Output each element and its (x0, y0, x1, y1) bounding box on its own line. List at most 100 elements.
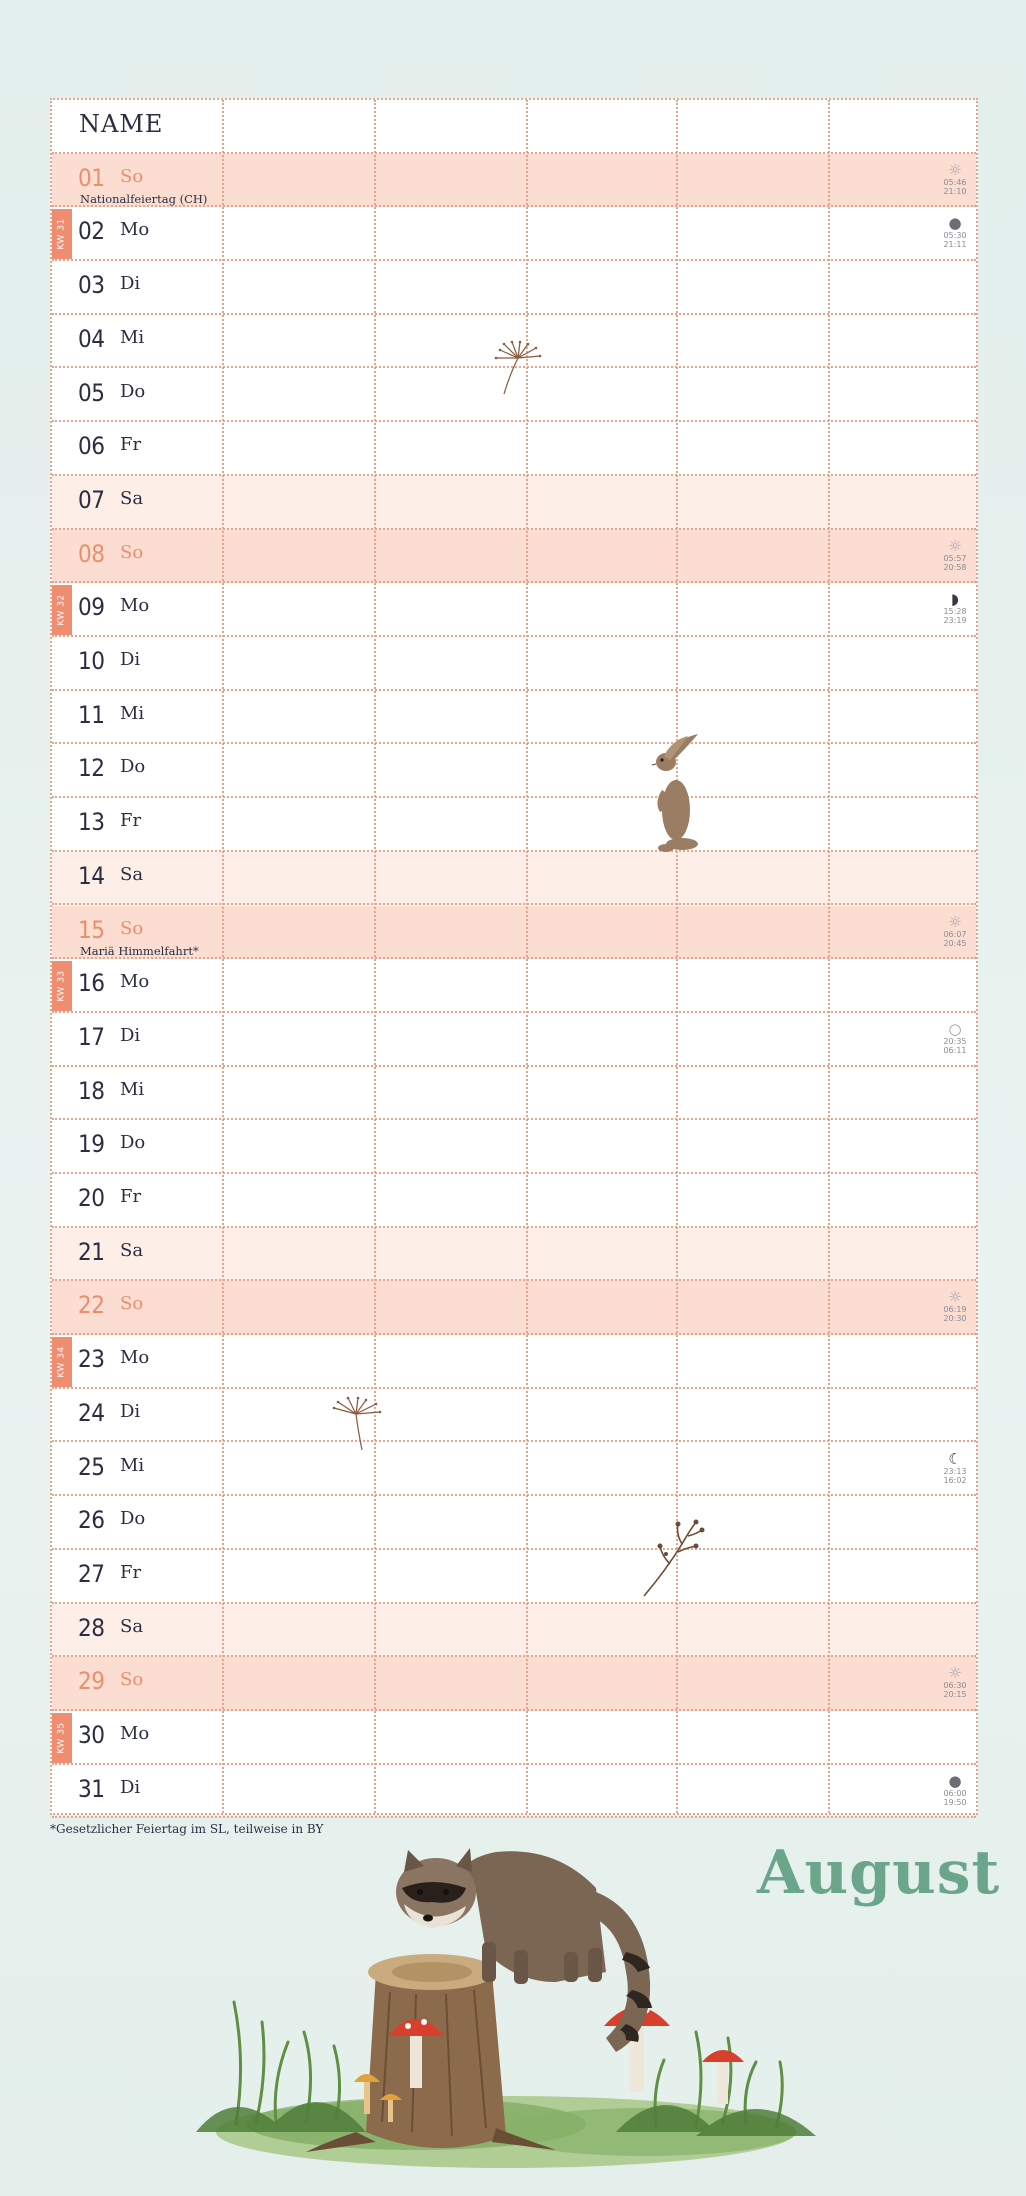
astro-time: 06:07 (943, 929, 967, 939)
last-quarter-moon-icon: ◗ (951, 590, 959, 609)
astro-info: ☼ 05:46 21:10 (942, 162, 968, 196)
first-quarter-moon-icon: ☾ (948, 1449, 962, 1468)
day-row: 27 Fr (52, 1550, 976, 1604)
astro-time: 20:45 (943, 938, 967, 948)
astro-info: ● 05:30 21:11 (942, 215, 968, 249)
weekday-label: Do (120, 1508, 146, 1530)
astro-info: ◗ 15:28 23:19 (942, 591, 968, 625)
day-number: 28 (78, 1613, 105, 1642)
day-number: 24 (78, 1398, 105, 1427)
day-number: 27 (78, 1559, 105, 1588)
day-number: 13 (78, 808, 105, 837)
day-number: 07 (78, 485, 105, 514)
weekday-label: Do (120, 756, 146, 778)
weekday-label: Di (120, 273, 141, 295)
day-row: 19 Do (52, 1120, 976, 1174)
calendar-page: NAME 01 So Nationalfeiertag (CH) ☼ 05:46 21:10… (0, 0, 1026, 2196)
holiday-label: Mariä Himmelfahrt* (80, 943, 199, 958)
day-row: 14 Sa (52, 851, 976, 906)
weekday-label: Di (120, 1776, 141, 1798)
raccoon-scene-illustration (196, 1848, 816, 2168)
day-number: 17 (78, 1022, 105, 1051)
weekday-label: Fr (120, 434, 142, 456)
astro-time: 06:30 (943, 1681, 967, 1691)
astro-time: 06:19 (943, 1305, 967, 1315)
weekday-label: Sa (120, 487, 144, 509)
day-row: 20 Fr (52, 1174, 976, 1228)
astro-time: 23:13 (943, 1466, 967, 1476)
day-row: KW 35 30 Mo (52, 1711, 976, 1765)
day-number: 01 (78, 163, 105, 192)
dandelion-seed-icon (494, 340, 542, 395)
sun-icon: ☼ (948, 160, 962, 179)
weekday-label: Fr (120, 810, 142, 832)
weekday-label: Di (120, 1400, 141, 1422)
column-divider (374, 100, 376, 1813)
day-row: 18 Mi (52, 1067, 976, 1121)
day-row: KW 33 16 Mo (52, 959, 976, 1013)
weekday-label: Fr (120, 1561, 142, 1583)
day-row: 13 Fr (52, 798, 976, 852)
day-number: 08 (78, 539, 105, 568)
sun-icon: ☼ (948, 536, 962, 555)
day-number: 11 (78, 700, 105, 729)
day-row: 07 Sa (52, 475, 976, 530)
calendar-week-label: KW 34 (57, 1346, 68, 1378)
day-row: 12 Do (52, 744, 976, 799)
weekday-label: Sa (120, 1239, 144, 1261)
astro-time: 20:15 (943, 1690, 967, 1700)
astro-time: 05:30 (943, 231, 967, 241)
day-row: 03 Di (52, 261, 976, 315)
day-number: 03 (78, 271, 105, 300)
astro-time: 05:46 (943, 177, 967, 187)
day-number: 26 (78, 1506, 105, 1535)
calendar-week-label: KW 31 (57, 218, 68, 251)
day-row: 11 Mi (52, 691, 976, 745)
weekday-label: Di (120, 1024, 141, 1046)
calendar-week-label: KW 35 (57, 1722, 68, 1754)
day-number: 19 (78, 1130, 105, 1159)
calendar-week-badge: KW 35 (52, 1713, 72, 1763)
weekday-label: So (120, 541, 144, 563)
day-row: KW 31 02 Mo ● 05:30 21:11 (52, 207, 976, 262)
new-moon-icon: ○ (948, 1019, 962, 1038)
astro-time: 21:10 (943, 186, 967, 196)
rabbit-icon (651, 734, 698, 852)
sun-icon: ☼ (948, 1664, 962, 1683)
day-row: KW 32 09 Mo ◗ 15:28 23:19 (52, 583, 976, 637)
day-number: 21 (78, 1237, 105, 1266)
day-number: 31 (78, 1774, 105, 1803)
weekday-label: Do (120, 1132, 146, 1154)
weekday-label: Mi (120, 702, 145, 724)
weekday-label: Mo (120, 595, 150, 617)
astro-info: ☼ 06:07 20:45 (942, 914, 968, 948)
day-number: 22 (78, 1291, 105, 1320)
day-number: 16 (78, 969, 105, 998)
weekday-label: So (120, 165, 144, 187)
day-row: 29 So ☼ 06:30 20:15 (52, 1657, 976, 1711)
astro-time: 23:19 (943, 616, 967, 626)
day-number: 09 (78, 593, 105, 622)
day-row: 06 Fr (52, 422, 976, 476)
weekday-label: Mo (120, 971, 150, 993)
column-divider (828, 100, 830, 1813)
astro-info: ☾ 23:13 16:02 (942, 1451, 968, 1485)
day-number: 06 (78, 432, 105, 461)
day-row: 24 Di (52, 1389, 976, 1443)
weekday-label: Sa (120, 863, 144, 885)
astro-time: 06:00 (943, 1788, 967, 1798)
calendar-week-badge: KW 32 (52, 585, 72, 636)
full-moon-icon: ● (948, 214, 962, 233)
sun-icon: ☼ (948, 912, 962, 931)
calendar-week-badge: KW 34 (52, 1337, 72, 1388)
weekday-label: Do (120, 380, 146, 402)
astro-time: 15:28 (943, 607, 967, 617)
day-number: 20 (78, 1184, 105, 1212)
full-moon-icon: ● (948, 1771, 962, 1790)
day-number: 02 (78, 217, 105, 246)
day-number: 29 (78, 1667, 105, 1696)
astro-time: 20:30 (943, 1314, 967, 1324)
column-divider (222, 100, 224, 1813)
day-row: KW 34 23 Mo (52, 1335, 976, 1389)
astro-time: 19:50 (943, 1797, 967, 1807)
